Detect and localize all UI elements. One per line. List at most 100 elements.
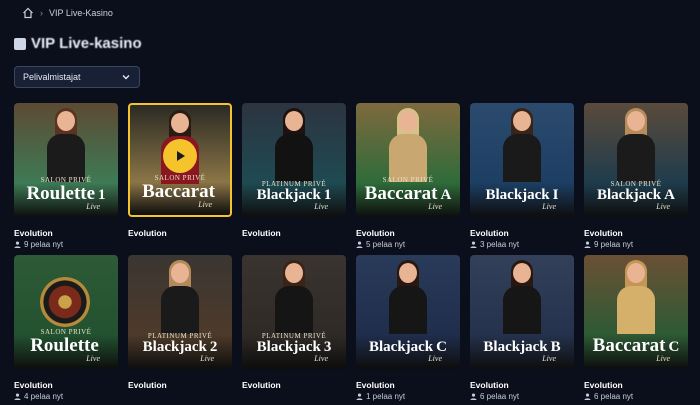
game-thumbnail[interactable]: Blackjack B Live bbox=[470, 255, 574, 369]
game-thumbnail[interactable]: PLATINUM PRIVÉ Blackjack 3 Live bbox=[242, 255, 346, 369]
game-thumbnail[interactable]: Baccarat C Live bbox=[584, 255, 688, 369]
game-name: Baccarat A bbox=[356, 184, 460, 203]
game-name-suffix: C bbox=[668, 339, 680, 355]
game-name: Blackjack 1 bbox=[242, 188, 346, 203]
game-card[interactable]: Baccarat C Live Evolution 6 pelaa nyt bbox=[584, 255, 688, 405]
game-name: Blackjack B bbox=[470, 340, 574, 355]
game-name: Blackjack 2 bbox=[128, 340, 232, 355]
game-thumbnail[interactable]: PLATINUM PRIVÉ Blackjack 1 Live bbox=[242, 103, 346, 217]
game-card[interactable]: SALON PRIVÉ Roulette 1 Live Evolution 9 pelaa… bbox=[14, 103, 118, 253]
game-provider: Evolution bbox=[470, 380, 509, 390]
play-icon bbox=[177, 150, 185, 161]
game-thumbnail[interactable]: PLATINUM PRIVÉ Blackjack 2 Live bbox=[128, 255, 232, 369]
game-card[interactable]: PLATINUM PRIVÉ Blackjack 3 Live Evolution bbox=[242, 255, 346, 405]
players-count: 3 pelaa nyt bbox=[470, 240, 519, 249]
user-icon bbox=[356, 393, 363, 400]
game-card[interactable]: SALON PRIVÉ Baccarat A Live Evolution 5 pelaa… bbox=[356, 103, 460, 253]
game-thumbnail[interactable]: SALON PRIVÉ Roulette 1 Live bbox=[14, 103, 118, 217]
user-icon bbox=[14, 393, 21, 400]
game-provider: Evolution bbox=[128, 380, 167, 390]
dealer-image bbox=[503, 260, 541, 341]
game-title: Blackjack B Live bbox=[470, 340, 574, 363]
game-thumbnail[interactable]: Blackjack I Live bbox=[470, 103, 574, 217]
game-card[interactable]: Blackjack I Live Evolution 3 pelaa nyt bbox=[470, 103, 574, 253]
game-card[interactable]: Blackjack C Live Evolution 1 pelaa nyt bbox=[356, 255, 460, 405]
live-label: Live bbox=[542, 354, 556, 363]
game-card[interactable]: PLATINUM PRIVÉ Blackjack 2 Live Evolution bbox=[128, 255, 232, 405]
game-title: SALON PRIVÉ Blackjack A Live bbox=[584, 181, 688, 211]
game-provider: Evolution bbox=[242, 228, 281, 238]
game-thumbnail[interactable]: SALON PRIVÉ Roulette Live bbox=[14, 255, 118, 369]
chevron-down-icon bbox=[122, 75, 130, 80]
live-label: Live bbox=[200, 354, 214, 363]
game-provider: Evolution bbox=[128, 228, 167, 238]
game-thumbnail[interactable]: SALON PRIVÉ Baccarat Live bbox=[128, 103, 232, 217]
game-title: Baccarat C Live bbox=[584, 336, 688, 363]
user-icon bbox=[584, 241, 591, 248]
live-label: Live bbox=[198, 200, 212, 209]
live-label: Live bbox=[656, 354, 670, 363]
game-title: SALON PRIVÉ Baccarat Live bbox=[130, 175, 230, 209]
game-name-suffix: 3 bbox=[323, 339, 332, 355]
game-card[interactable]: SALON PRIVÉ Roulette Live Evolution 4 pelaa … bbox=[14, 255, 118, 405]
dealer-image bbox=[275, 260, 313, 341]
live-label: Live bbox=[656, 202, 670, 211]
breadcrumb-current: VIP Live-Kasino bbox=[49, 8, 113, 18]
game-card[interactable]: SALON PRIVÉ Baccarat Live Evolution bbox=[128, 103, 232, 253]
game-thumbnail[interactable]: SALON PRIVÉ Baccarat A Live bbox=[356, 103, 460, 217]
home-icon[interactable] bbox=[22, 7, 34, 19]
game-name-text: Blackjack bbox=[256, 187, 321, 203]
live-label: Live bbox=[314, 202, 328, 211]
play-button[interactable] bbox=[163, 138, 197, 173]
crown-icon bbox=[14, 37, 26, 50]
game-name-suffix: 1 bbox=[323, 187, 332, 203]
game-name-text: Blackjack bbox=[596, 187, 662, 203]
game-title: PLATINUM PRIVÉ Blackjack 2 Live bbox=[128, 333, 232, 363]
game-name-suffix: A bbox=[440, 187, 452, 203]
game-name-text: Blackjack bbox=[142, 339, 207, 355]
game-name: Blackjack A bbox=[584, 188, 688, 203]
game-title: PLATINUM PRIVÉ Blackjack 1 Live bbox=[242, 181, 346, 211]
live-label: Live bbox=[542, 202, 556, 211]
live-label: Live bbox=[86, 354, 100, 363]
live-label: Live bbox=[86, 202, 100, 211]
game-provider: Evolution bbox=[14, 380, 53, 390]
game-name-text: Roulette bbox=[30, 335, 99, 356]
game-title: Blackjack C Live bbox=[356, 340, 460, 363]
game-name-text: Blackjack bbox=[485, 187, 550, 203]
user-icon bbox=[470, 393, 477, 400]
game-name: Blackjack C bbox=[356, 340, 460, 355]
user-icon bbox=[470, 241, 477, 248]
game-name-suffix: 2 bbox=[209, 339, 218, 355]
game-name-text: Baccarat bbox=[364, 183, 438, 204]
game-name-suffix: 1 bbox=[98, 187, 106, 203]
game-title: SALON PRIVÉ Roulette Live bbox=[14, 329, 118, 363]
provider-filter-dropdown[interactable]: Pelivalmistajat bbox=[14, 66, 140, 88]
players-count: 5 pelaa nyt bbox=[356, 240, 405, 249]
game-provider: Evolution bbox=[356, 228, 395, 238]
dealer-image bbox=[275, 108, 313, 189]
players-count-text: 5 pelaa nyt bbox=[366, 240, 406, 249]
game-name: Roulette 1 bbox=[14, 184, 118, 203]
game-title: Blackjack I Live bbox=[470, 188, 574, 211]
dealer-image bbox=[503, 108, 541, 189]
game-grid: SALON PRIVÉ Roulette 1 Live Evolution 9 pelaa… bbox=[14, 103, 688, 405]
game-card[interactable]: PLATINUM PRIVÉ Blackjack 1 Live Evolution bbox=[242, 103, 346, 253]
live-label: Live bbox=[428, 202, 442, 211]
players-count-text: 9 pelaa nyt bbox=[594, 240, 634, 249]
game-name-text: Roulette bbox=[26, 183, 96, 204]
user-icon bbox=[14, 241, 21, 248]
game-title: SALON PRIVÉ Baccarat A Live bbox=[356, 177, 460, 211]
game-card[interactable]: Blackjack B Live Evolution 6 pelaa nyt bbox=[470, 255, 574, 405]
game-name: Roulette bbox=[14, 336, 118, 355]
game-thumbnail[interactable]: SALON PRIVÉ Blackjack A Live bbox=[584, 103, 688, 217]
players-count: 9 pelaa nyt bbox=[584, 240, 633, 249]
game-card[interactable]: SALON PRIVÉ Blackjack A Live Evolution 9 pela… bbox=[584, 103, 688, 253]
dealer-image bbox=[617, 260, 655, 341]
game-name-suffix: I bbox=[552, 187, 559, 203]
players-count: 9 pelaa nyt bbox=[14, 240, 63, 249]
provider-filter-label: Pelivalmistajat bbox=[23, 72, 81, 82]
page-title: VIP Live-kasino bbox=[14, 35, 142, 52]
game-provider: Evolution bbox=[242, 380, 281, 390]
game-thumbnail[interactable]: Blackjack C Live bbox=[356, 255, 460, 369]
